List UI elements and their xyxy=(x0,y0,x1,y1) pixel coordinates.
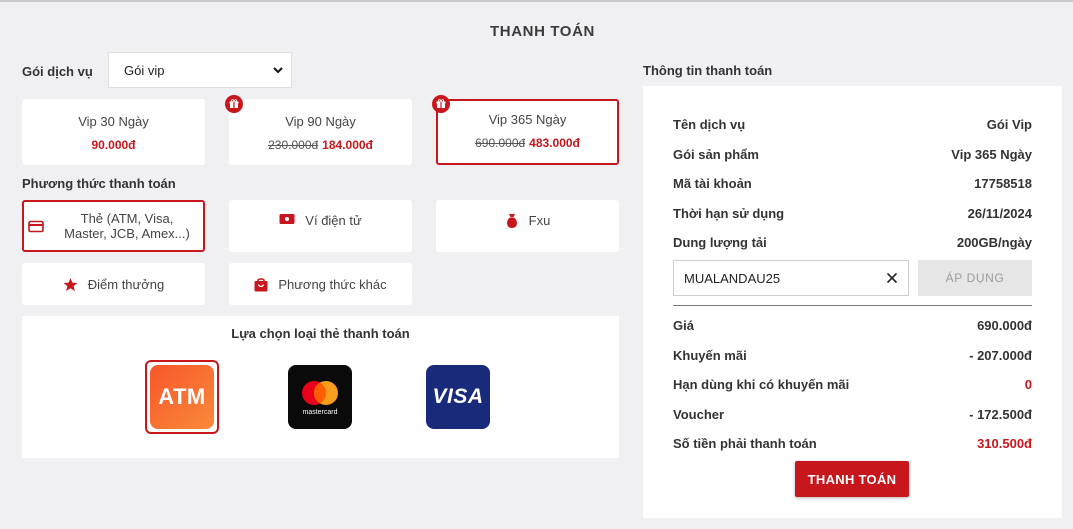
method-label: Fxu xyxy=(528,213,551,228)
card-type-title: Lựa chọn loại thẻ thanh toán xyxy=(231,326,410,341)
info-key: Mã tài khoản xyxy=(673,176,752,191)
info-label: Thông tin thanh toán xyxy=(643,63,773,78)
package-card-vip365[interactable]: Vip 365 Ngày 690.000đ 483.000đ xyxy=(432,95,619,165)
method-points[interactable]: Điểm thưởng xyxy=(22,263,205,305)
summary-value: 690.000đ xyxy=(977,318,1032,333)
mastercard-text: mastercard xyxy=(302,408,338,416)
service-select[interactable]: Gói vip xyxy=(108,52,292,88)
total-value: 310.500đ xyxy=(977,436,1032,451)
info-key: Thời hạn sử dụng xyxy=(673,206,785,221)
info-value: Gói Vip xyxy=(986,117,1032,132)
atm-logo: ATM xyxy=(150,365,214,429)
package-card-vip30[interactable]: Vip 30 Ngày 90.000đ xyxy=(22,99,205,165)
credit-card-icon xyxy=(28,220,44,233)
method-label: Điểm thưởng xyxy=(87,276,165,292)
method-other[interactable]: Phương thức khác xyxy=(229,263,412,305)
info-value: 17758518 xyxy=(974,176,1032,191)
atm-logo-text: ATM xyxy=(158,384,206,409)
info-row: Gói sản phẩm Vip 365 Ngày xyxy=(673,147,1032,162)
package-name: Vip 90 Ngày xyxy=(285,114,356,129)
coupon-value: MUALANDAU25 xyxy=(684,270,781,286)
summary-value: - 172.500đ xyxy=(969,407,1032,422)
info-value: 26/11/2024 xyxy=(967,206,1032,221)
summary-row: Hạn dùng khi có khuyến mãi 0 xyxy=(673,377,1032,392)
info-row: Mã tài khoản 17758518 xyxy=(673,176,1032,191)
star-icon xyxy=(63,277,78,292)
pay-button[interactable]: THANH TOÁN xyxy=(795,461,909,497)
card-option-atm[interactable]: ATM xyxy=(145,360,219,434)
package-name: Vip 365 Ngày xyxy=(488,112,567,127)
method-card[interactable]: Thẻ (ATM, Visa, Master, JCB, Amex...) xyxy=(22,200,205,252)
close-icon[interactable] xyxy=(886,272,898,284)
summary-row: Voucher - 172.500đ xyxy=(673,407,1032,422)
chevron-down-icon xyxy=(273,67,283,74)
package-price: 90.000đ xyxy=(91,138,136,152)
package-old-price: 230.000đ xyxy=(268,138,319,152)
summary-key: Khuyến mãi xyxy=(673,348,747,363)
info-value: 200GB/ngày xyxy=(956,235,1032,250)
card-type-panel: Lựa chọn loại thẻ thanh toán ATM masterc… xyxy=(22,316,619,458)
package-price: 184.000đ xyxy=(322,138,373,152)
summary-row: Khuyến mãi - 207.000đ xyxy=(673,348,1032,363)
method-label: Ví điện tử xyxy=(305,213,362,228)
info-key: Tên dịch vụ xyxy=(673,117,746,132)
payment-method-label: Phương thức thanh toán xyxy=(22,176,176,191)
card-option-mastercard[interactable]: mastercard xyxy=(288,365,352,429)
summary-key: Voucher xyxy=(673,407,725,422)
summary-row: Giá 690.000đ xyxy=(673,318,1032,333)
page-title: THANH TOÁN xyxy=(490,23,595,40)
summary-value: 0 xyxy=(1024,377,1032,392)
shopping-bag-icon xyxy=(254,277,268,292)
card-option-visa[interactable]: VISA xyxy=(426,365,490,429)
service-select-value: Gói vip xyxy=(124,62,165,78)
method-label: Phương thức khác xyxy=(278,276,387,292)
info-row: Dung lượng tải 200GB/ngày xyxy=(673,235,1032,250)
wallet-icon xyxy=(279,213,295,225)
package-price: 483.000đ xyxy=(529,136,580,150)
summary-row: Số tiền phải thanh toán 310.500đ xyxy=(673,436,1032,451)
visa-logo-text: VISA xyxy=(432,385,484,408)
summary-key: Hạn dùng khi có khuyến mãi xyxy=(673,377,850,392)
coupon-input[interactable]: MUALANDAU25 xyxy=(673,260,909,296)
package-old-price: 690.000đ xyxy=(475,136,526,150)
summary-key: Số tiền phải thanh toán xyxy=(673,436,817,451)
info-row: Thời hạn sử dụng 26/11/2024 xyxy=(673,206,1032,221)
payment-info-panel: Tên dịch vụ Gói Vip Gói sản phẩm Vip 365 N… xyxy=(643,86,1062,518)
method-ewallet[interactable]: Ví điện tử xyxy=(229,200,412,252)
mastercard-icon xyxy=(302,380,338,405)
service-label: Gói dịch vụ xyxy=(22,64,93,79)
package-name: Vip 30 Ngày xyxy=(78,114,149,129)
method-label: Thẻ (ATM, Visa, Master, JCB, Amex...) xyxy=(64,211,190,241)
package-card-vip90[interactable]: Vip 90 Ngày 230.000đ 184.000đ xyxy=(225,95,412,165)
info-key: Gói sản phẩm xyxy=(673,147,759,162)
summary-key: Giá xyxy=(673,318,694,333)
method-fxu[interactable]: Fxu xyxy=(436,200,619,252)
gift-icon xyxy=(225,95,243,113)
divider xyxy=(673,305,1032,306)
info-key: Dung lượng tải xyxy=(673,235,767,250)
money-bag-icon xyxy=(505,213,519,229)
summary-value: - 207.000đ xyxy=(969,348,1032,363)
info-value: Vip 365 Ngày xyxy=(951,147,1032,162)
apply-button[interactable]: ÁP DỤNG xyxy=(918,260,1032,296)
info-row: Tên dịch vụ Gói Vip xyxy=(673,117,1032,132)
gift-icon xyxy=(432,95,450,113)
